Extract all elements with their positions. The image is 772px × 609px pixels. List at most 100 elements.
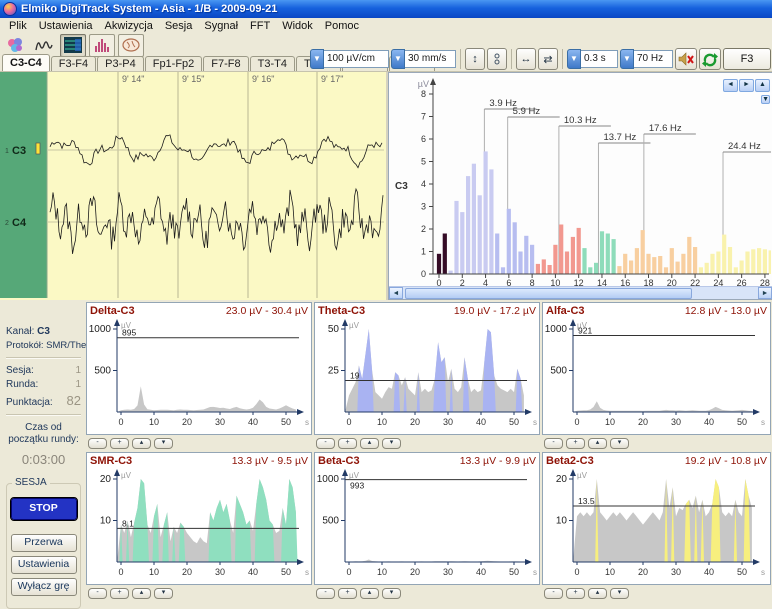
refresh-button[interactable]: [699, 48, 721, 70]
chart-smr[interactable]: SMR-C313.3 µV - 9.5 µV8.1µV2010010203040…: [86, 452, 312, 585]
zoom-out-button[interactable]: -: [544, 438, 563, 449]
scale-up-button[interactable]: ▲: [755, 79, 770, 92]
dropdown-arrow-icon[interactable]: ▼: [310, 49, 324, 69]
svg-text:1: 1: [5, 148, 9, 155]
tab-t3-t4[interactable]: T3-T4: [250, 56, 295, 71]
chart-title: Alfa-C3: [546, 305, 585, 317]
tab-fp1-fp2[interactable]: Fp1-Fp2: [145, 56, 203, 71]
vertical-dots-button[interactable]: [487, 48, 507, 70]
menu-item-ustawienia[interactable]: Ustawienia: [33, 20, 99, 32]
tab-c3-c4[interactable]: C3-C4: [2, 54, 50, 71]
settings-button[interactable]: Ustawienia: [11, 556, 77, 574]
chart-title: SMR-C3: [90, 455, 132, 467]
zoom-out-button[interactable]: -: [544, 588, 563, 599]
scale-up-button[interactable]: ▴: [360, 438, 379, 449]
svg-text:500: 500: [322, 516, 339, 527]
page-right-button[interactable]: ►: [739, 79, 754, 92]
chart-theta[interactable]: Theta-C319.0 µV - 17.2 µV19µV50250102030…: [314, 302, 540, 435]
tab-f7-f8[interactable]: F7-F8: [203, 56, 248, 71]
svg-text:9' 14": 9' 14": [122, 74, 144, 84]
zoom-in-button[interactable]: +: [566, 438, 585, 449]
scale-down-button[interactable]: ▾: [154, 588, 173, 599]
zoom-out-button[interactable]: -: [88, 588, 107, 599]
scroll-left-arrow[interactable]: ◄: [389, 287, 403, 299]
filter-combo[interactable]: ▼ 70 Hz: [620, 50, 673, 68]
svg-text:2: 2: [5, 220, 9, 227]
svg-text:40: 40: [704, 417, 714, 427]
svg-text:2: 2: [460, 278, 465, 286]
scale-up-button[interactable]: ▴: [588, 588, 607, 599]
scale-down-button[interactable]: ▾: [382, 588, 401, 599]
svg-text:10: 10: [149, 417, 159, 427]
scale-up-button[interactable]: ▴: [132, 588, 151, 599]
pause-button[interactable]: Przerwa: [11, 534, 77, 552]
svg-text:6: 6: [421, 134, 426, 144]
dropdown-arrow-icon[interactable]: ▼: [391, 49, 405, 69]
chart-delta[interactable]: Delta-C323.0 µV - 30.4 µV895µV1000500010…: [86, 302, 312, 435]
fkey-button[interactable]: F3: [723, 48, 771, 70]
menu-item-plik[interactable]: Plik: [3, 20, 33, 32]
svg-text:40: 40: [476, 567, 486, 577]
chart-beta[interactable]: Beta-C313.3 µV - 9.9 µV993µV100050001020…: [314, 452, 540, 585]
fft-spectrum-panel[interactable]: ◄ ► ▲ ▼ 3.9 Hz5.9 Hz10.3 Hz13.7 Hz17.6 H…: [388, 72, 772, 300]
shift-horizontal-button[interactable]: ⇄: [538, 48, 558, 70]
scale-down-button[interactable]: ▾: [382, 438, 401, 449]
scale-down-button[interactable]: ▼: [761, 95, 770, 104]
stop-button[interactable]: STOP: [11, 498, 77, 520]
menu-item-sesja[interactable]: Sesja: [159, 20, 199, 32]
fft-horizontal-scrollbar[interactable]: ◄ ►: [389, 286, 772, 299]
scale-down-button[interactable]: ▾: [610, 588, 629, 599]
disable-game-button[interactable]: Wyłącz grę: [11, 578, 77, 596]
svg-text:13.7 Hz: 13.7 Hz: [603, 132, 636, 143]
svg-text:24.4 Hz: 24.4 Hz: [728, 141, 761, 152]
scale-up-button[interactable]: ▴: [360, 588, 379, 599]
tab-f3-f4[interactable]: F3-F4: [51, 56, 96, 71]
chart-alfa[interactable]: Alfa-C312.8 µV - 13.0 µV921µV10005000102…: [542, 302, 771, 435]
scale-up-button[interactable]: ▴: [588, 438, 607, 449]
zoom-in-button[interactable]: +: [110, 438, 129, 449]
dropdown-arrow-icon[interactable]: ▼: [620, 49, 634, 69]
fft-nav-buttons-vertical: ▼: [761, 92, 770, 105]
mute-button[interactable]: [675, 48, 697, 70]
fft-nav-buttons: ◄ ► ▲: [723, 79, 770, 92]
scale-down-button[interactable]: ▾: [154, 438, 173, 449]
zoom-out-button[interactable]: -: [316, 588, 335, 599]
menu-item-fft[interactable]: FFT: [244, 20, 276, 32]
zoom-in-button[interactable]: +: [338, 588, 357, 599]
tab-p3-p4[interactable]: P3-P4: [97, 56, 144, 71]
band-trend-charts: Delta-C323.0 µV - 30.4 µV895µV1000500010…: [85, 300, 772, 599]
epoch-combo[interactable]: ▼ 0.3 s: [567, 50, 618, 68]
toolbar-right: ▼ 100 µV/cm ▼ 30 mm/s ↕ ↔ ⇄ ▼ 0.3 s: [310, 48, 771, 70]
menu-item-akwizycja[interactable]: Akwizycja: [99, 20, 159, 32]
dropdown-arrow-icon[interactable]: ▼: [567, 49, 581, 69]
round-row: Runda: 1: [6, 379, 81, 390]
zoom-out-button[interactable]: -: [88, 438, 107, 449]
zoom-in-button[interactable]: +: [566, 588, 585, 599]
menu-item-widok[interactable]: Widok: [276, 20, 319, 32]
zoom-in-button[interactable]: +: [110, 588, 129, 599]
menu-item-pomoc[interactable]: Pomoc: [319, 20, 365, 32]
svg-text:40: 40: [248, 417, 258, 427]
eeg-signal-panel[interactable]: 9' 14"9' 15"9' 16"9' 17"1C32C4: [0, 72, 388, 300]
scale-down-button[interactable]: ▾: [610, 438, 629, 449]
app-logo-icon: [3, 2, 17, 16]
scale-up-button[interactable]: ▴: [132, 438, 151, 449]
menu-item-sygnał[interactable]: Sygnał: [198, 20, 244, 32]
expand-horizontal-button[interactable]: ↔: [516, 48, 536, 70]
scroll-thumb[interactable]: [405, 288, 692, 299]
zoom-out-button[interactable]: -: [316, 438, 335, 449]
session-sidebar: Kanał: C3 Protokół: SMR/Theta Sesja: 1 R…: [0, 300, 85, 599]
chart-header: Beta-C313.3 µV - 9.9 µV: [315, 453, 539, 467]
svg-text:14: 14: [597, 278, 607, 286]
chart-beta2[interactable]: Beta2-C319.2 µV - 10.8 µV13.5µV201001020…: [542, 452, 771, 585]
time-scale-combo[interactable]: ▼ 30 mm/s: [391, 50, 456, 68]
svg-text:4: 4: [483, 278, 488, 286]
patient-icon: [6, 36, 24, 54]
vertical-expand-button[interactable]: ↕: [465, 48, 485, 70]
page-left-button[interactable]: ◄: [723, 79, 738, 92]
svg-text:0: 0: [346, 567, 351, 577]
zoom-in-button[interactable]: +: [338, 438, 357, 449]
chart-range-value: 13.3 µV - 9.9 µV: [460, 455, 536, 467]
scroll-right-arrow[interactable]: ►: [758, 287, 772, 299]
amplitude-scale-combo[interactable]: ▼ 100 µV/cm: [310, 50, 389, 68]
